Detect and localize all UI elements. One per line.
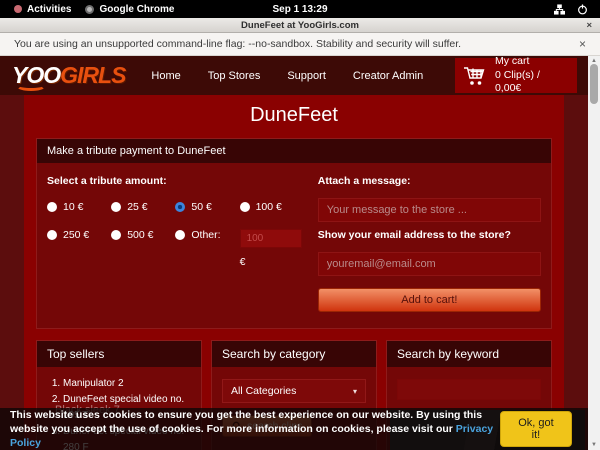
radio-icon[interactable] bbox=[47, 230, 57, 240]
cookie-accept-button[interactable]: Ok, got it! bbox=[500, 411, 572, 447]
nav-creator-admin[interactable]: Creator Admin bbox=[353, 70, 423, 82]
warning-close-icon[interactable]: × bbox=[579, 37, 586, 51]
scrollbar-thumb[interactable] bbox=[590, 64, 598, 104]
amount-radio-500[interactable]: 500 € bbox=[111, 229, 175, 268]
window-close-icon[interactable]: × bbox=[586, 18, 592, 33]
category-selected-value: All Categories bbox=[231, 385, 296, 397]
yoogirls-logo[interactable]: YOOGIRLS bbox=[12, 64, 125, 87]
add-to-cart-button[interactable]: Add to cart! bbox=[318, 288, 541, 312]
email-label: Show your email address to the store? bbox=[318, 229, 541, 241]
cookie-message: This website uses cookies to ensure you … bbox=[10, 408, 500, 450]
radio-icon[interactable] bbox=[175, 230, 185, 240]
nav-support[interactable]: Support bbox=[287, 70, 326, 82]
browser-titlebar[interactable]: DuneFeet at YooGirls.com × bbox=[0, 18, 600, 33]
main-nav: Home Top Stores Support Creator Admin bbox=[151, 70, 423, 82]
radio-icon[interactable] bbox=[240, 202, 250, 212]
tribute-panel-title: Make a tribute payment to DuneFeet bbox=[37, 139, 551, 163]
amount-radio-50[interactable]: 50 € bbox=[175, 201, 239, 213]
top-sellers-title: Top sellers bbox=[37, 341, 201, 367]
logo-smile-icon bbox=[16, 81, 46, 91]
my-cart-button[interactable]: My cart 0 Clip(s) / 0,00€ bbox=[455, 58, 577, 93]
system-topbar: Activities Google Chrome Sep 1 13:29 bbox=[0, 0, 600, 18]
category-select[interactable]: All Categories ▾ bbox=[222, 379, 366, 403]
window-title: DuneFeet at YooGirls.com bbox=[241, 20, 359, 31]
seller-item[interactable]: Manipulator 2 bbox=[63, 376, 195, 392]
cart-status: 0 Clip(s) / 0,00€ bbox=[495, 69, 569, 96]
warning-text: You are using an unsupported command-lin… bbox=[14, 38, 461, 50]
nav-top-stores[interactable]: Top Stores bbox=[208, 70, 261, 82]
amount-radio-10[interactable]: 10 € bbox=[47, 201, 111, 213]
search-keyword-title: Search by keyword bbox=[387, 341, 551, 367]
keyword-input[interactable] bbox=[397, 379, 541, 400]
vertical-scrollbar[interactable]: ▲ ▼ bbox=[588, 56, 600, 450]
radio-icon[interactable] bbox=[175, 202, 185, 212]
amount-radio-25[interactable]: 25 € bbox=[111, 201, 175, 213]
search-category-title: Search by category bbox=[212, 341, 376, 367]
message-label: Attach a message: bbox=[318, 175, 541, 187]
other-amount-input[interactable] bbox=[240, 229, 302, 248]
cart-icon bbox=[463, 65, 487, 87]
network-icon[interactable] bbox=[554, 4, 565, 15]
site-header: YOOGIRLS Home Top Stores Support Creator… bbox=[0, 56, 588, 95]
tribute-amount-label: Select a tribute amount: bbox=[47, 175, 304, 187]
currency-symbol: € bbox=[240, 256, 304, 268]
sandbox-warning-banner: You are using an unsupported command-lin… bbox=[0, 33, 600, 56]
amount-radio-other[interactable]: Other: bbox=[175, 229, 239, 268]
logo-girls-text: GIRLS bbox=[60, 62, 125, 88]
radio-icon[interactable] bbox=[111, 230, 121, 240]
nav-home[interactable]: Home bbox=[151, 70, 180, 82]
email-input[interactable] bbox=[318, 252, 541, 276]
screen: Activities Google Chrome Sep 1 13:29 Dun… bbox=[0, 0, 600, 450]
message-input[interactable] bbox=[318, 198, 541, 222]
amount-radio-250[interactable]: 250 € bbox=[47, 229, 111, 268]
chevron-down-icon: ▾ bbox=[353, 387, 357, 396]
amount-radio-100[interactable]: 100 € bbox=[240, 201, 304, 213]
cart-title: My cart bbox=[495, 56, 569, 69]
page-title: DuneFeet bbox=[24, 95, 564, 138]
radio-icon[interactable] bbox=[111, 202, 121, 212]
scroll-down-icon[interactable]: ▼ bbox=[591, 442, 597, 448]
radio-icon[interactable] bbox=[47, 202, 57, 212]
cookie-consent-bar: This website uses cookies to ensure you … bbox=[0, 408, 588, 450]
tribute-payment-panel: Make a tribute payment to DuneFeet Selec… bbox=[36, 138, 552, 329]
main-container: DuneFeet Make a tribute payment to DuneF… bbox=[24, 95, 564, 450]
page-viewport: YOOGIRLS Home Top Stores Support Creator… bbox=[0, 56, 588, 450]
power-icon[interactable] bbox=[577, 4, 588, 15]
tribute-amount-options: 10 € 25 € 50 € bbox=[47, 201, 304, 268]
clock[interactable]: Sep 1 13:29 bbox=[0, 4, 600, 15]
